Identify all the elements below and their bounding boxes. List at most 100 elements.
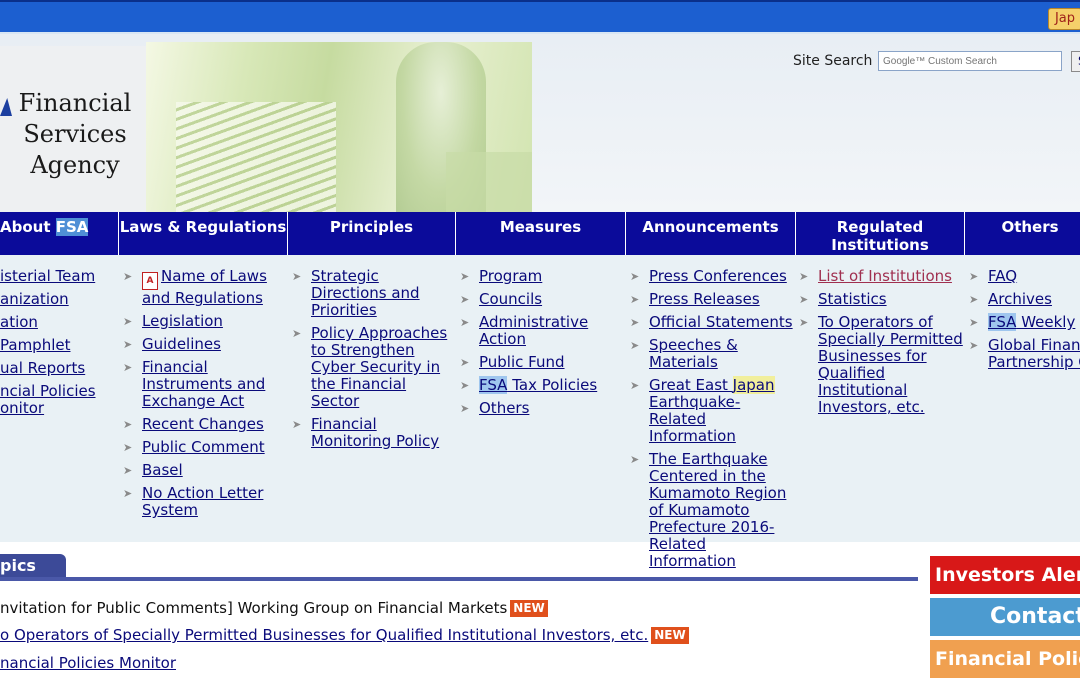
arrow-icon: ➤ [292,418,302,431]
arrow-icon: ➤ [292,270,302,283]
top-bar: Jap [0,0,1080,36]
menu-link[interactable]: ➤ FAQ [969,268,1080,285]
nav-others[interactable]: Others [965,212,1080,255]
arrow-icon: ➤ [460,402,470,415]
pdf-icon: A [142,272,158,290]
arrow-icon: ➤ [460,293,470,306]
new-badge: NEW [651,627,689,644]
topic-link[interactable]: nancial Policies Monitor [0,654,176,672]
menu-link[interactable]: ➤ Speeches & Materials [630,337,795,371]
menu-link[interactable]: ➤ Basel [123,462,282,479]
menu-link[interactable]: Pamphlet [0,337,118,354]
arrow-icon: ➤ [630,293,640,306]
menu-link[interactable]: ual Reports [0,360,118,377]
menu-link[interactable]: ➤ Legislation [123,313,282,330]
menu-link[interactable]: ➤ Guidelines [123,336,282,353]
topic-link[interactable]: o Operators of Specially Permitted Busin… [0,626,648,644]
arrow-icon: ➤ [799,293,809,306]
menu-link[interactable]: ➤ Councils [460,291,619,308]
menu-link[interactable]: ➤ To Operators of Specially Permitted Bus… [799,314,964,416]
menu-link[interactable]: ncial Policies onitor [0,383,100,417]
menu-principles: ➤ Strategic Directions and Priorities ➤ Po… [292,268,459,456]
japanese-language-button[interactable]: Jap [1047,8,1080,30]
arrow-icon: ➤ [123,361,133,374]
topic-item: nancial Policies Monitor [0,654,176,672]
menu-link[interactable]: ➤ Strategic Directions and Priorities [292,268,459,319]
header-photo [146,42,532,212]
menu-link-great-east-japan[interactable]: ➤ Great East Japan Earthquake-Related Inf… [630,376,795,445]
arrow-icon: ➤ [799,316,809,329]
arrow-icon: ➤ [460,270,470,283]
menu-link-name-of-laws[interactable]: ➤ A Name of Laws and Regulations [123,268,282,307]
menu-link[interactable]: ➤ Policy Approaches to Strengthen Cyber S… [292,325,459,410]
main-nav: About FSA Laws & Regulations Principles … [0,212,1080,255]
arrow-icon: ➤ [123,487,133,500]
menu-link[interactable]: ➤ Public Comment [123,439,282,456]
nav-announcements[interactable]: Announcements [626,212,796,255]
menu-link[interactable]: ➤ Archives [969,291,1080,308]
menu-link-fsa-weekly[interactable]: ➤ FSA Weekly [969,313,1080,331]
menu-link[interactable]: ➤ List of Institutions [799,268,964,285]
menu-announcements: ➤ Press Conferences ➤ Press Releases ➤ Offi… [630,268,795,576]
topics-tab[interactable]: pics [0,554,66,578]
arrow-icon: ➤ [460,316,470,329]
nav-regulated-institutions[interactable]: Regulated Institutions [796,212,965,255]
arrow-icon: ➤ [123,441,133,454]
menu-link[interactable]: ➤ Statistics [799,291,964,308]
menu-link[interactable]: ➤ Press Releases [630,291,795,308]
nav-measures[interactable]: Measures [456,212,626,255]
menu-institutions: ➤ List of Institutions ➤ Statistics ➤ To Op… [799,268,964,422]
financial-policies-banner[interactable]: Financial Policies M [930,640,1080,678]
site-search-input[interactable] [878,51,1062,71]
menu-link[interactable]: ation [0,314,118,331]
nav-principles[interactable]: Principles [288,212,456,255]
arrow-icon: ➤ [630,339,640,352]
menu-link[interactable]: ➤ The Earthquake Centered in the Kumamoto… [630,451,795,570]
arrow-icon: ➤ [630,379,640,392]
topic-item: nvitation for Public Comments] Working G… [0,599,548,617]
nav-about-fsa[interactable]: About FSA [0,212,119,255]
menu-link[interactable]: ➤ Public Fund [460,354,619,371]
arrow-icon: ➤ [969,339,979,352]
fsa-logo-text: Financial Services Agency [18,89,132,179]
nav-laws-regulations[interactable]: Laws & Regulations [119,212,288,255]
arrow-icon: ➤ [630,316,640,329]
menu-link[interactable]: ➤ Financial Instruments and Exchange Act [123,359,282,410]
menu-link[interactable]: ➤ Program [460,268,619,285]
menu-link[interactable]: isterial Team [0,268,118,285]
arrow-icon: ➤ [123,464,133,477]
topic-text[interactable]: nvitation for Public Comments] Working G… [0,599,507,617]
new-badge: NEW [510,600,548,617]
menu-link[interactable]: ➤ Recent Changes [123,416,282,433]
menu-link[interactable]: ➤ No Action Letter System [123,485,282,519]
menu-link[interactable]: anization [0,291,118,308]
arrow-icon: ➤ [799,270,809,283]
site-search-button[interactable]: S [1071,51,1080,72]
menu-link[interactable]: ➤ Global Financ Partnership C [969,337,1080,371]
menu-link[interactable]: ➤ Press Conferences [630,268,795,285]
arrow-icon: ➤ [460,356,470,369]
menu-measures: ➤ Program ➤ Councils ➤ Administrative Actio… [460,268,619,423]
arrow-icon: ➤ [123,315,133,328]
arrow-icon: ➤ [630,270,640,283]
arrow-icon: ➤ [969,270,979,283]
investors-alert-banner[interactable]: Investors Alert:Cold [930,556,1080,594]
site-search-label: Site Search [793,53,873,69]
menu-link[interactable]: ➤ Administrative Action [460,314,619,348]
menu-link[interactable]: ➤ Official Statements [630,314,795,331]
arrow-icon: ➤ [969,316,979,329]
menu-link[interactable]: ➤ Others [460,400,619,417]
contact-us-banner[interactable]: Contact us [930,598,1080,636]
menu-laws: ➤ A Name of Laws and Regulations ➤ Legislat… [123,268,282,525]
arrow-icon: ➤ [123,418,133,431]
arrow-icon: ➤ [123,338,133,351]
arrow-icon: ➤ [292,327,302,340]
arrow-icon: ➤ [460,379,470,392]
arrow-icon: ➤ [630,453,640,466]
menu-link[interactable]: ➤ Financial Monitoring Policy [292,416,459,450]
fsa-logo[interactable]: Financial Services Agency [0,46,146,212]
topic-item: o Operators of Specially Permitted Busin… [0,626,689,644]
arrow-icon: ➤ [123,270,133,283]
menu-link-fsa-tax[interactable]: ➤ FSA Tax Policies [460,376,619,394]
menu-about: isterial Team anization ation Pamphlet u… [0,268,118,423]
